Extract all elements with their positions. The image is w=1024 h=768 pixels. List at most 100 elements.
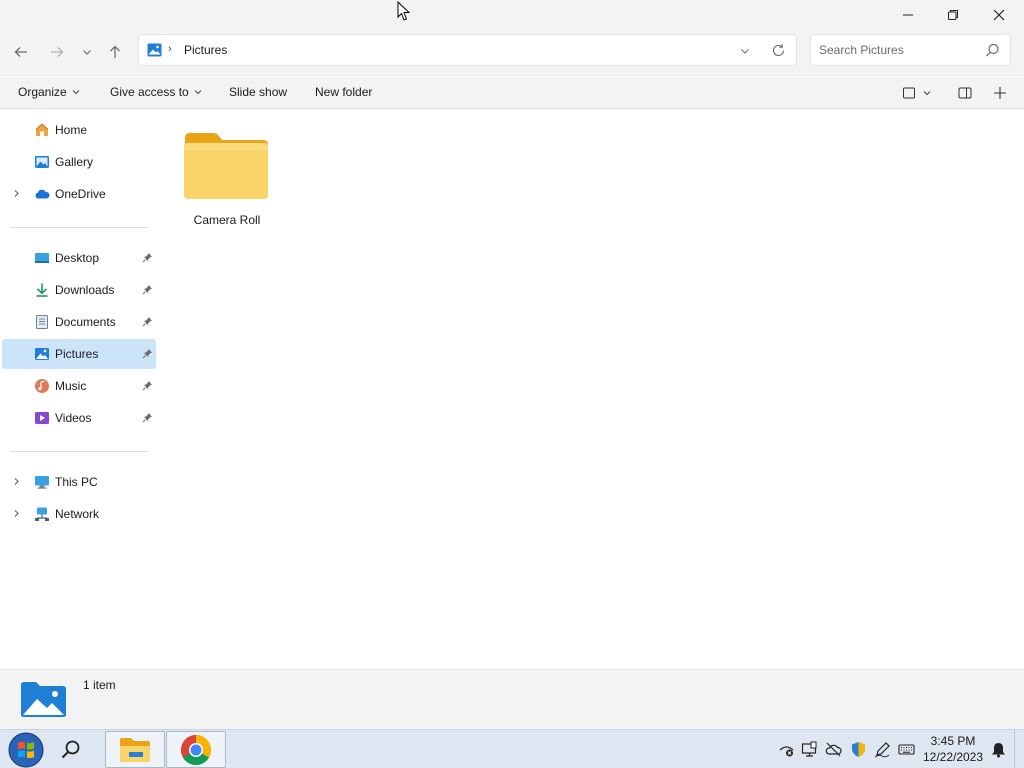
pin-icon[interactable] — [142, 252, 153, 263]
chevron-right-icon[interactable] — [12, 477, 21, 486]
pin-icon[interactable] — [142, 284, 153, 295]
sidebar-item-network[interactable]: Network — [2, 499, 156, 529]
sidebar-item-documents[interactable]: Documents — [2, 307, 156, 337]
keyboard-icon[interactable] — [898, 741, 915, 758]
navigation-row: › Pictures — [0, 30, 1024, 76]
new-folder-label: New folder — [315, 85, 373, 99]
sidebar-item-label: Videos — [55, 411, 92, 425]
videos-icon — [35, 412, 49, 424]
pen-icon[interactable] — [874, 741, 891, 758]
details-pane-icon — [958, 87, 972, 99]
sidebar-item-downloads[interactable]: Downloads — [2, 275, 156, 305]
network-status-icon[interactable] — [778, 741, 795, 758]
security-shield-icon[interactable] — [850, 741, 867, 758]
breadcrumb-pictures[interactable]: Pictures — [184, 43, 227, 57]
folder-icon — [184, 133, 268, 199]
restore-button[interactable] — [930, 0, 976, 30]
status-bar: 1 item — [0, 669, 1024, 729]
sidebar-item-label: Network — [55, 507, 100, 521]
pictures-folder-icon — [147, 43, 162, 57]
chevron-down-icon — [923, 91, 931, 96]
pin-icon[interactable] — [142, 380, 153, 391]
sidebar-item-this-pc[interactable]: This PC — [2, 467, 156, 497]
chevron-right-icon[interactable] — [12, 509, 21, 518]
layout-button[interactable] — [898, 82, 920, 104]
add-button[interactable] — [989, 82, 1011, 104]
give-access-button[interactable]: Give access to — [110, 85, 202, 99]
arrow-up-icon — [110, 45, 120, 58]
taskbar-file-explorer[interactable] — [105, 731, 165, 768]
forward-button[interactable] — [43, 38, 71, 66]
notification-bell-icon[interactable] — [990, 741, 1007, 758]
sidebar-item-label: This PC — [55, 475, 98, 489]
details-pane-button[interactable] — [954, 82, 976, 104]
file-list: Camera Roll — [157, 110, 1024, 669]
search-icon[interactable] — [60, 739, 82, 761]
search-input[interactable] — [819, 42, 979, 58]
close-button[interactable] — [976, 0, 1022, 30]
document-icon — [36, 315, 48, 329]
pin-icon[interactable] — [142, 412, 153, 423]
arrow-right-icon — [51, 47, 64, 57]
folder-item[interactable]: Camera Roll — [177, 124, 277, 236]
sidebar-item-label: OneDrive — [55, 187, 106, 201]
pictures-icon — [35, 348, 49, 360]
back-button[interactable] — [7, 38, 35, 66]
up-button[interactable] — [101, 38, 129, 66]
sidebar-item-onedrive[interactable]: OneDrive — [2, 179, 156, 209]
give-access-label: Give access to — [110, 85, 189, 99]
sidebar-divider — [10, 451, 148, 452]
chevron-down-icon — [83, 50, 91, 55]
cloud-off-icon[interactable] — [825, 741, 842, 758]
system-clock[interactable]: 3:45 PM 12/22/2023 — [918, 733, 988, 765]
new-folder-button[interactable]: New folder — [315, 85, 372, 99]
search-box[interactable] — [810, 34, 1011, 66]
sidebar-item-pictures[interactable]: Pictures — [2, 339, 156, 369]
chevron-right-icon[interactable] — [12, 189, 21, 198]
taskbar: 3:45 PM 12/22/2023 — [0, 729, 1024, 768]
clock-time: 3:45 PM — [930, 734, 976, 748]
start-button[interactable] — [6, 731, 46, 768]
sidebar-item-label: Documents — [55, 315, 116, 329]
address-bar[interactable]: › Pictures — [138, 34, 797, 66]
sidebar-item-videos[interactable]: Videos — [2, 403, 156, 433]
layout-dropdown[interactable] — [920, 82, 934, 104]
recent-locations-button[interactable] — [73, 38, 101, 66]
sidebar-divider — [10, 227, 148, 228]
organize-button[interactable]: Organize — [18, 85, 80, 99]
sidebar-item-gallery[interactable]: Gallery — [2, 147, 156, 177]
home-icon — [35, 123, 49, 136]
minimize-icon — [903, 14, 913, 16]
title-bar — [0, 0, 1024, 30]
sidebar-item-label: Downloads — [55, 283, 115, 297]
gallery-icon — [35, 156, 49, 168]
desktop-icon — [35, 253, 49, 263]
minimize-button[interactable] — [885, 0, 931, 30]
folder-name: Camera Roll — [193, 213, 261, 227]
organize-label: Organize — [18, 85, 67, 99]
refresh-icon[interactable] — [771, 43, 786, 58]
breadcrumb-separator: › — [168, 43, 172, 55]
sidebar-item-music[interactable]: Music — [2, 371, 156, 401]
clock-date: 12/22/2023 — [922, 750, 984, 764]
show-desktop-button[interactable] — [1014, 730, 1024, 768]
pictures-folder-icon — [21, 682, 66, 717]
display-icon[interactable] — [801, 741, 818, 758]
pin-icon[interactable] — [142, 316, 153, 327]
layout-icon — [903, 87, 915, 99]
slideshow-button[interactable]: Slide show — [229, 85, 287, 99]
computer-icon — [35, 476, 49, 489]
taskbar-google-chrome[interactable] — [166, 731, 226, 768]
sidebar-item-label: Gallery — [55, 155, 94, 169]
sidebar-item-home[interactable]: Home — [2, 115, 156, 145]
sidebar-item-label: Music — [55, 379, 87, 393]
sidebar-item-desktop[interactable]: Desktop — [2, 243, 156, 273]
search-icon[interactable] — [985, 43, 1000, 58]
chevron-down-icon — [72, 90, 80, 95]
file-explorer-icon — [120, 737, 150, 762]
plus-icon — [994, 87, 1006, 99]
pin-icon[interactable] — [142, 348, 153, 359]
mouse-cursor-icon — [397, 1, 411, 21]
chevron-down-icon[interactable] — [739, 45, 751, 57]
sidebar-item-label: Pictures — [55, 347, 99, 361]
